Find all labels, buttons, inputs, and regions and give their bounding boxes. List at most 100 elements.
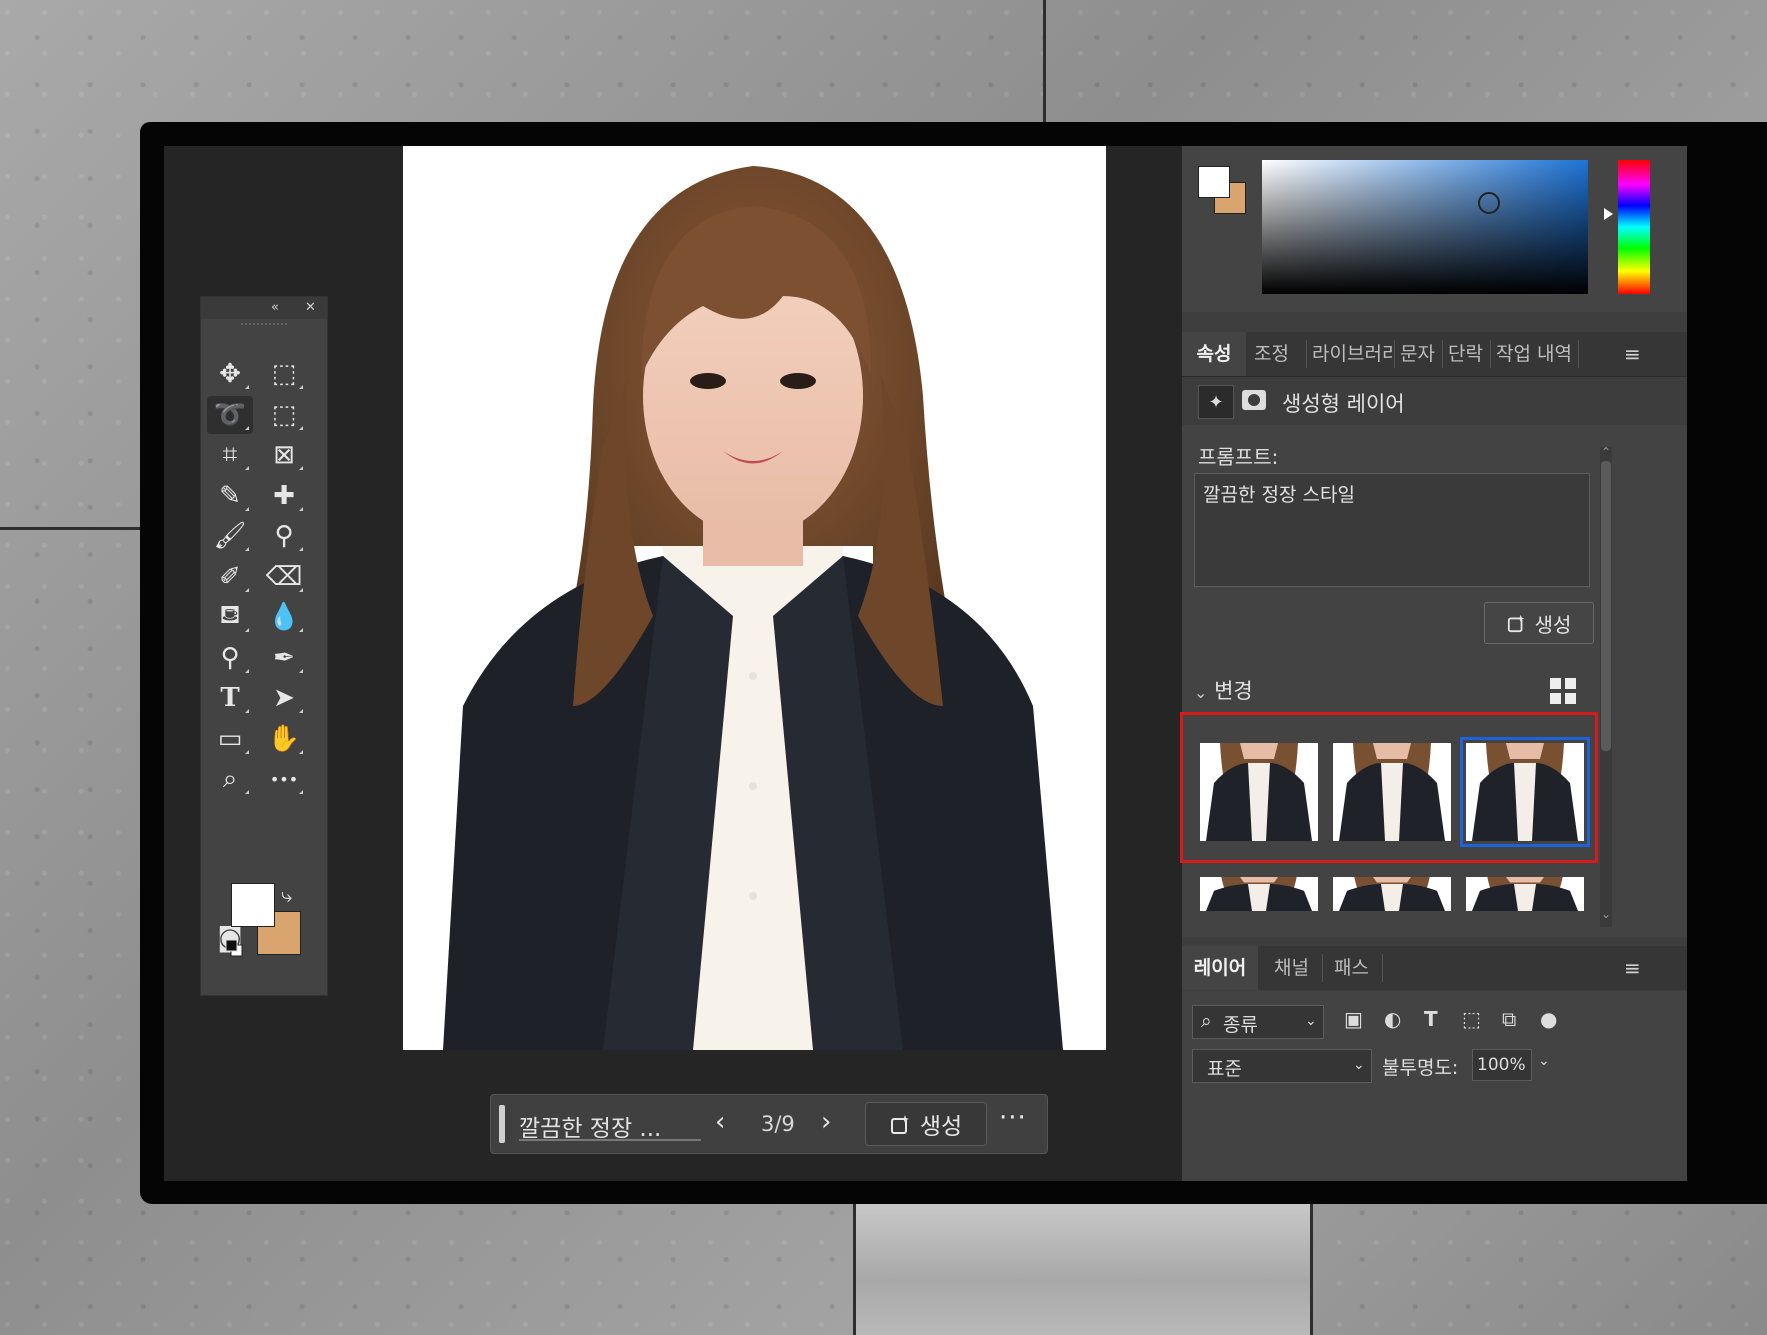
canvas-image[interactable] (403, 146, 1106, 1050)
grid-view-icon[interactable] (1550, 678, 1576, 704)
tab-layers[interactable]: 레이어 (1182, 946, 1258, 990)
close-icon[interactable]: ✕ (305, 300, 316, 315)
color-picker-ring[interactable] (1478, 192, 1500, 214)
layers-menu-icon[interactable]: ≡ (1624, 956, 1641, 980)
tab-character[interactable]: 문자 (1400, 332, 1440, 376)
panel-menu-icon[interactable]: ≡ (1624, 342, 1641, 366)
filter-toggle-icon[interactable]: ● (1540, 1007, 1557, 1031)
color-field[interactable] (1262, 160, 1588, 294)
type-filter-icon[interactable]: T (1424, 1007, 1438, 1031)
shape-filter-icon[interactable]: ⬚ (1462, 1007, 1481, 1031)
marquee-icon[interactable]: ⬚ (261, 355, 307, 393)
taskbar-prompt-field[interactable]: 깔끔한 정장 ... (519, 1109, 701, 1142)
double-chevron-left-icon[interactable]: « (271, 300, 279, 315)
generative-pin-icon[interactable]: ✦ (1198, 385, 1234, 419)
opacity-label: 불투명도: (1382, 1057, 1459, 1079)
scroll-thumb[interactable] (1601, 461, 1611, 751)
variation-thumbnail[interactable] (1460, 737, 1590, 847)
brush-icon[interactable]: 🖌 (207, 517, 253, 555)
taskbar-generate-label: 생성 (919, 1114, 963, 1140)
tab-channels[interactable]: 채널 (1274, 946, 1318, 990)
opacity-input[interactable]: 100% (1472, 1049, 1532, 1081)
prompt-label: 프롬프트: (1198, 445, 1279, 469)
toolbox-grip[interactable] (241, 323, 287, 339)
variation-thumbnail[interactable] (1466, 877, 1584, 911)
pen-icon[interactable]: ✒ (261, 639, 307, 677)
tab-paragraph[interactable]: 단락 (1448, 332, 1488, 376)
object-select-icon[interactable]: ⬚ (261, 396, 307, 434)
variation-thumbnail[interactable] (1333, 877, 1451, 911)
stamp-icon[interactable]: ⚲ (261, 517, 307, 555)
chevron-left-icon[interactable]: ‹ (715, 1107, 725, 1137)
generate-button[interactable]: 생성 (1484, 602, 1594, 644)
foreground-color-swatch[interactable] (231, 883, 275, 927)
zoom-icon[interactable]: ⌕ (207, 760, 253, 798)
canvas-area: « ✕ ✥⬚➰⬚⌗⊠✎✚🖌⚲✐⌫⛾💧⚲✒T➤▭✋⌕•••◙⧉ ⤷ (164, 146, 1182, 1181)
hue-slider-arrow-icon[interactable] (1604, 208, 1613, 220)
panel-foreground-swatch[interactable] (1198, 166, 1230, 198)
hue-slider[interactable] (1618, 160, 1650, 294)
more-tools-icon[interactable]: ••• (261, 760, 307, 798)
layer-type-label: 생성형 레이어 (1282, 392, 1405, 416)
variations-header[interactable]: ⌄ 변경 (1194, 675, 1253, 705)
blend-mode-value: 표준 (1207, 1058, 1242, 1080)
rectangle-icon[interactable]: ▭ (207, 720, 253, 758)
smart-object-filter-icon[interactable]: ⧉ (1502, 1007, 1516, 1031)
taskbar-generate-button[interactable]: 생성 (865, 1102, 987, 1146)
contextual-task-bar: 깔끔한 정장 ... ‹ 3/9 › 생성 ··· (490, 1094, 1048, 1154)
variation-thumbnail[interactable] (1200, 877, 1318, 911)
eraser-icon[interactable]: ⌫ (261, 558, 307, 596)
search-icon: ⌕ (1201, 1010, 1212, 1032)
color-panel (1182, 146, 1687, 312)
default-colors-icon[interactable] (225, 939, 243, 957)
generate-label: 생성 (1534, 612, 1572, 637)
chevron-right-icon[interactable]: › (821, 1107, 831, 1137)
path-select-icon[interactable]: ➤ (261, 679, 307, 717)
crop-icon[interactable]: ⌗ (207, 436, 253, 474)
tab-libraries[interactable]: 라이브러리 (1312, 332, 1392, 376)
tab-adjustments[interactable]: 조정 (1254, 332, 1304, 376)
lasso-icon[interactable]: ➰ (207, 395, 253, 434)
paint-bucket-icon[interactable]: ⛾ (207, 598, 253, 636)
toolbox-header: « ✕ (201, 297, 327, 319)
move-icon[interactable]: ✥ (207, 355, 253, 393)
chevron-down-icon: ⌄ (1305, 1013, 1317, 1029)
more-options-icon[interactable]: ··· (999, 1103, 1027, 1133)
tab-properties[interactable]: 속성 (1182, 332, 1246, 376)
blend-mode-select[interactable]: 표준 ⌄ (1192, 1049, 1372, 1083)
generate-icon (1507, 614, 1524, 633)
swap-colors-icon[interactable]: ⤷ (281, 883, 292, 907)
kind-label: 종류 (1223, 1014, 1258, 1036)
layers-panel: ⌕ 종류 ⌄ ▣ ◐ T ⬚ ⧉ ● 표준 ⌄ 불투명도: 100% ⌄ (1182, 991, 1687, 1181)
prompt-textarea[interactable]: 깔끔한 정장 스타일 (1194, 473, 1590, 587)
right-panel-dock: 속성 조정 라이브러리 문자 단락 작업 내역 ≡ ✦ 생성형 레이어 프롬프트… (1180, 146, 1687, 1181)
wall-seam (1043, 0, 1046, 122)
layer-kind-filter[interactable]: ⌕ 종류 ⌄ (1192, 1005, 1324, 1039)
chevron-down-icon[interactable]: ⌄ (1600, 907, 1612, 921)
properties-scrollbar[interactable]: ⌃ ⌄ (1600, 445, 1612, 927)
tab-divider (1490, 340, 1491, 368)
type-icon[interactable]: T (207, 679, 253, 717)
image-filter-icon[interactable]: ▣ (1344, 1007, 1363, 1031)
history-brush-icon[interactable]: ✐ (207, 558, 253, 596)
adjustment-filter-icon[interactable]: ◐ (1384, 1007, 1401, 1031)
frame-icon[interactable]: ⊠ (261, 436, 307, 474)
variation-thumbnail[interactable] (1333, 743, 1451, 841)
eyedropper-icon[interactable]: ✎ (207, 477, 253, 515)
variations-label: 변경 (1214, 679, 1253, 703)
dodge-icon[interactable]: ⚲ (207, 639, 253, 677)
variation-thumbnail[interactable] (1200, 743, 1318, 841)
healing-brush-icon[interactable]: ✚ (261, 477, 307, 515)
tab-paths[interactable]: 패스 (1334, 946, 1378, 990)
monitor-stand (856, 1200, 1310, 1335)
portrait-image (403, 146, 1106, 1050)
chevron-up-icon[interactable]: ⌃ (1600, 445, 1612, 459)
taskbar-drag-handle[interactable] (499, 1105, 505, 1143)
properties-header: ✦ 생성형 레이어 (1182, 377, 1687, 425)
tab-history[interactable]: 작업 내역 (1496, 332, 1576, 376)
chevron-down-icon[interactable]: ⌄ (1538, 1053, 1550, 1069)
wall-seam (0, 527, 140, 530)
hand-icon[interactable]: ✋ (261, 720, 307, 758)
mask-icon[interactable] (1242, 390, 1266, 410)
blur-icon[interactable]: 💧 (261, 598, 307, 636)
